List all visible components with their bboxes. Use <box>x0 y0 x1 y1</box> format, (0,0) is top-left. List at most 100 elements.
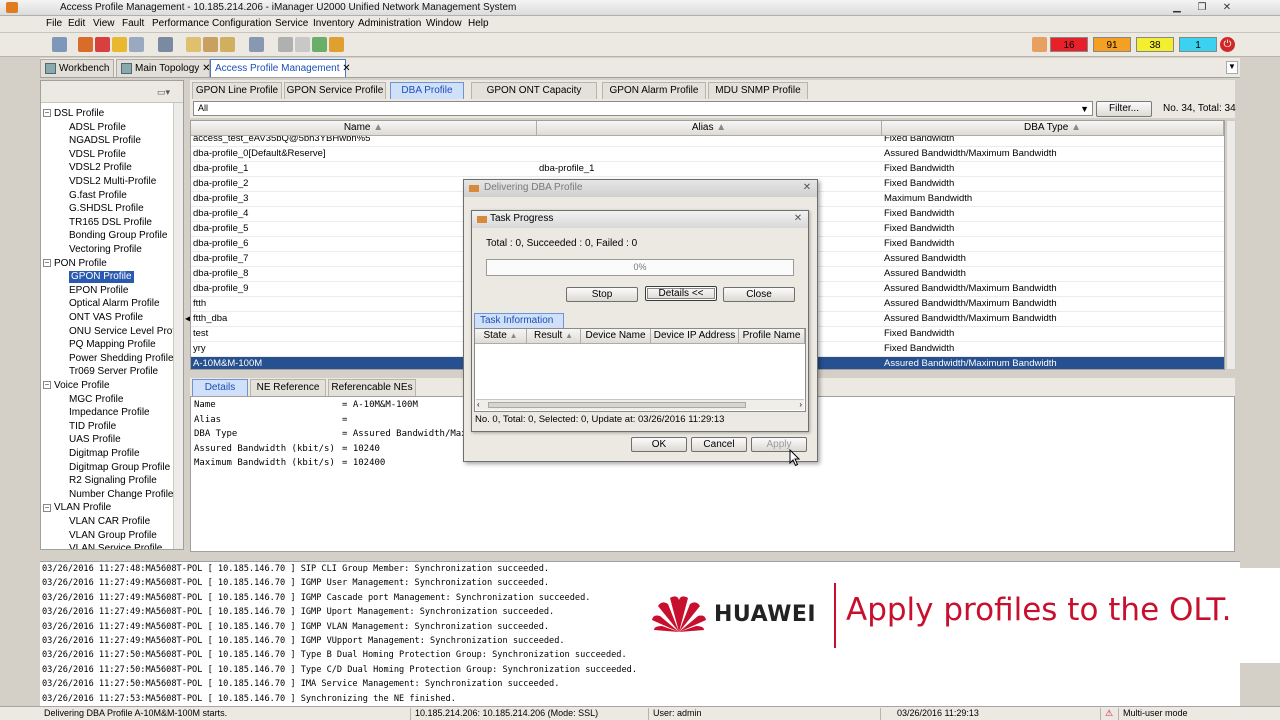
tree-item[interactable]: TID Profile <box>69 421 116 433</box>
tree-item[interactable]: Power Shedding Profile <box>69 353 174 365</box>
menu-file[interactable]: File <box>46 18 62 29</box>
tree-item[interactable]: MGC Profile <box>69 394 123 406</box>
lock-icon[interactable] <box>112 37 127 52</box>
close-icon[interactable]: ✕ <box>801 182 813 194</box>
tab-gpon-service-profile[interactable]: GPON Service Profile <box>284 82 386 99</box>
tools-icon[interactable] <box>278 37 293 52</box>
tab-list-icon[interactable]: ▼ <box>1226 61 1238 74</box>
close-button[interactable]: Close <box>723 287 795 302</box>
minimize-icon[interactable]: ▁ <box>1170 2 1184 14</box>
tree-scrollbar[interactable] <box>173 103 183 549</box>
tree-item[interactable]: G.fast Profile <box>69 190 127 202</box>
wrench-icon[interactable] <box>295 37 310 52</box>
menu-fault[interactable]: Fault <box>122 18 144 29</box>
tab-gpon-alarm-profile[interactable]: GPON Alarm Profile <box>602 82 706 99</box>
tree-item[interactable]: VDSL Profile <box>69 149 126 161</box>
network-icon[interactable] <box>312 37 327 52</box>
menu-edit[interactable]: Edit <box>68 18 85 29</box>
tree-item[interactable]: VLAN Group Profile <box>69 530 157 542</box>
table-scrollbar[interactable] <box>1226 120 1236 370</box>
column-profile-name[interactable]: Profile Name <box>739 329 805 344</box>
search-icon[interactable] <box>158 37 173 52</box>
scroll-left-icon[interactable]: ‹ <box>477 400 480 409</box>
menu-configuration[interactable]: Configuration <box>212 18 271 29</box>
tree-item[interactable]: GPON Profile <box>69 271 134 284</box>
topology-icon[interactable] <box>78 37 93 52</box>
menu-inventory[interactable]: Inventory <box>313 18 354 29</box>
tree-group[interactable]: − PON Profile <box>43 258 107 270</box>
collapse-icon[interactable]: − <box>43 381 51 390</box>
alarm-icon[interactable] <box>95 37 110 52</box>
tree-item[interactable]: NGADSL Profile <box>69 135 141 147</box>
menu-help[interactable]: Help <box>468 18 489 29</box>
tab-gpon-line-profile[interactable]: GPON Line Profile <box>192 82 282 99</box>
tab-ne-reference[interactable]: NE Reference <box>250 379 326 396</box>
tree-item[interactable]: VDSL2 Multi-Profile <box>69 176 156 188</box>
minor-alarm-count[interactable]: 38 <box>1136 37 1174 52</box>
tree-item[interactable]: ADSL Profile <box>69 122 126 134</box>
menu-performance[interactable]: Performance <box>152 18 209 29</box>
collapse-icon[interactable]: − <box>43 258 51 267</box>
stop-button[interactable]: Stop <box>566 287 638 302</box>
tree-options-icon[interactable]: ▭▾ <box>157 87 175 97</box>
tab-main-topology[interactable]: Main Topology ✕ <box>116 59 210 77</box>
alarm-sound-icon[interactable] <box>1032 37 1047 52</box>
tree-item[interactable]: ONT VAS Profile <box>69 312 143 324</box>
details-button[interactable]: Details << <box>645 286 717 301</box>
tree-item[interactable]: VLAN Service Profile <box>69 543 162 549</box>
tab-task-information[interactable]: Task Information <box>474 313 564 328</box>
script-icon[interactable] <box>220 37 235 52</box>
tab-workbench[interactable]: Workbench <box>40 59 114 77</box>
column-result[interactable]: Result ▲ <box>527 329 581 344</box>
tree-item[interactable]: TR165 DSL Profile <box>69 217 152 229</box>
close-icon[interactable]: ✕ <box>792 213 804 225</box>
table-row[interactable]: dba-profile_0[Default&Reserve] Assured Ba… <box>191 147 1224 162</box>
tab-close-icon[interactable]: ✕ <box>342 63 350 74</box>
collapse-icon[interactable]: − <box>43 503 51 512</box>
tab-referencable-nes[interactable]: Referencable NEs <box>328 379 416 396</box>
tab-gpon-ont-capacity-profile[interactable]: GPON ONT Capacity Profile <box>471 82 597 112</box>
column-dba-type[interactable]: DBA Type ▲ <box>882 121 1224 136</box>
shield-icon[interactable] <box>329 37 344 52</box>
menu-view[interactable]: View <box>93 18 115 29</box>
tree-group[interactable]: − DSL Profile <box>43 108 104 120</box>
tab-mdu-snmp-profile[interactable]: MDU SNMP Profile <box>708 82 808 99</box>
tree-item[interactable]: PQ Mapping Profile <box>69 339 156 351</box>
scroll-thumb[interactable] <box>488 402 746 408</box>
tree-item[interactable]: Number Change Profile <box>69 489 174 501</box>
column-device-ip[interactable]: Device IP Address <box>651 329 739 344</box>
menu-service[interactable]: Service <box>275 18 308 29</box>
column-state[interactable]: State ▲ <box>475 329 527 344</box>
tree-item[interactable]: Tr069 Server Profile <box>69 366 158 378</box>
ok-button[interactable]: OK <box>631 437 687 452</box>
filter-select[interactable]: All ▼ <box>193 101 1093 116</box>
table-row[interactable]: dba-profile_1 dba-profile_1 Fixed Bandwidt… <box>191 162 1224 177</box>
major-alarm-count[interactable]: 91 <box>1093 37 1131 52</box>
tree-item[interactable]: VDSL2 Profile <box>69 162 132 174</box>
tab-access-profile-management[interactable]: Access Profile Management ✕ <box>210 59 351 77</box>
scroll-right-icon[interactable]: › <box>799 400 802 409</box>
tree-item[interactable]: R2 Signaling Profile <box>69 475 157 487</box>
column-alias[interactable]: Alias ▲ <box>537 121 882 136</box>
tab-dba-profile[interactable]: DBA Profile <box>390 82 464 99</box>
tree-item[interactable]: Optical Alarm Profile <box>69 298 160 310</box>
menu-window[interactable]: Window <box>426 18 462 29</box>
tree-item[interactable]: Impedance Profile <box>69 407 150 419</box>
restore-icon[interactable]: ❐ <box>1195 2 1209 14</box>
tree-item[interactable]: G.SHDSL Profile <box>69 203 144 215</box>
tree-group[interactable]: − Voice Profile <box>43 380 110 392</box>
tree-item[interactable]: VLAN CAR Profile <box>69 516 150 528</box>
critical-alarm-count[interactable]: 16 <box>1050 37 1088 52</box>
column-name[interactable]: Name ▲ <box>191 121 537 136</box>
close-icon[interactable]: ✕ <box>1220 2 1234 14</box>
tree-item[interactable]: Vectoring Profile <box>69 244 142 256</box>
template-icon[interactable] <box>203 37 218 52</box>
report-icon[interactable] <box>186 37 201 52</box>
warning-alarm-count[interactable]: 1 <box>1179 37 1217 52</box>
power-icon[interactable]: ⏻ <box>1220 37 1235 52</box>
tree-item[interactable]: EPON Profile <box>69 285 128 297</box>
tree-item[interactable]: Digitmap Group Profile <box>69 462 170 474</box>
menu-administration[interactable]: Administration <box>358 18 421 29</box>
link-icon[interactable] <box>249 37 264 52</box>
tab-details[interactable]: Details <box>192 379 248 396</box>
